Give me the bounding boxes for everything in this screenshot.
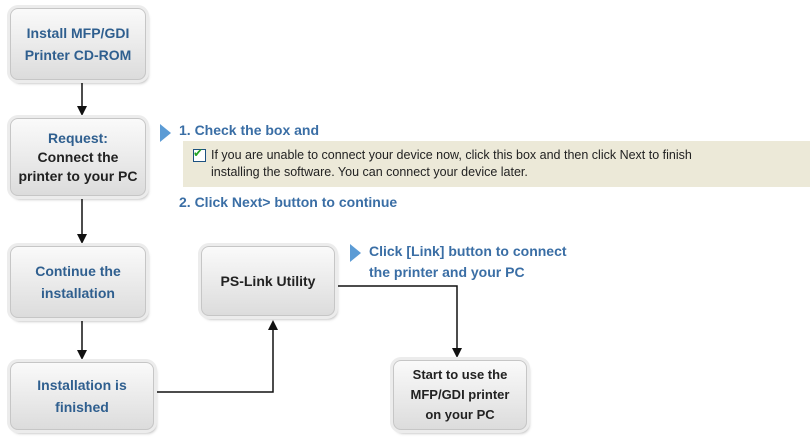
install-finished-box: Installation is finished	[10, 362, 154, 430]
continue-install-label: Continue the installation	[35, 263, 121, 301]
checkbox-text: If you are unable to connect your device…	[211, 148, 692, 179]
link-pointer-icon	[350, 244, 361, 262]
install-cd-label: Install MFP/GDI Printer CD-ROM	[24, 25, 132, 63]
step2-label: 2. Click Next> button to continue	[179, 194, 398, 210]
continue-install-box: Continue the installation	[10, 246, 146, 318]
request-box: Request: Connect the printer to your PC	[10, 118, 146, 196]
install-finished-label: Installation is finished	[37, 377, 127, 415]
checkbox-panel: ✔ If you are unable to connect your devi…	[183, 141, 810, 187]
ps-link-box: PS-Link Utility	[201, 246, 335, 316]
step1-label: 1. Check the box and	[179, 122, 320, 138]
step1-pointer-icon	[160, 124, 171, 142]
ps-link-label: PS-Link Utility	[220, 273, 316, 289]
link-note: Click [Link] button to connect the print…	[369, 243, 567, 280]
connect-later-checkbox[interactable]: ✔	[193, 146, 206, 162]
arrow-pslink-to-start	[338, 285, 462, 358]
start-use-label: Start to use the MFP/GDI printer on your…	[410, 367, 510, 422]
install-cd-box: Install MFP/GDI Printer CD-ROM	[10, 8, 146, 80]
start-use-box: Start to use the MFP/GDI printer on your…	[393, 360, 527, 430]
request-body: Connect the printer to your PC	[18, 148, 138, 184]
checkmark-icon: ✔	[193, 146, 204, 160]
arrow-finished-to-pslink	[157, 320, 278, 393]
request-title: Request:	[48, 129, 108, 146]
